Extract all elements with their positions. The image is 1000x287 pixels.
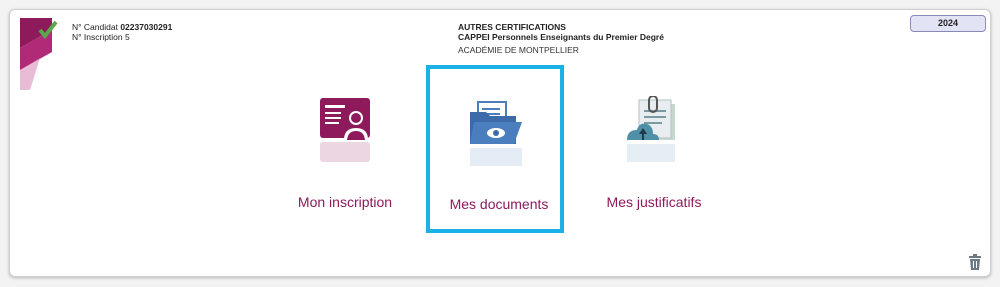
academy: ACADÉMIE DE MONTPELLIER (458, 45, 579, 55)
year-badge[interactable]: 2024 (910, 15, 986, 32)
candidate-info: N° Candidat 02237030291 N° Inscription 5 (72, 22, 172, 42)
documents-folder-icon (470, 101, 522, 166)
main-card: N° Candidat 02237030291 N° Inscription 5… (9, 9, 991, 277)
exam-subtitle: CAPPEI Personnels Enseignants du Premier… (458, 32, 664, 42)
inscription-number: N° Inscription 5 (72, 32, 130, 42)
trash-icon[interactable] (968, 254, 982, 270)
tile-mes-justificatifs[interactable]: Mes justificatifs (581, 90, 727, 210)
tile-label-mes-justificatifs: Mes justificatifs (606, 194, 702, 210)
candidate-number: 02237030291 (120, 22, 173, 32)
tile-mon-inscription[interactable]: Mon inscription (272, 90, 418, 210)
candidate-number-label: N° Candidat (72, 22, 118, 32)
exam-title: AUTRES CERTIFICATIONS (458, 22, 566, 32)
clipboard-upload-icon (627, 96, 675, 162)
logo-icon (20, 18, 58, 90)
tile-label-mes-documents: Mes documents (449, 196, 549, 212)
id-card-icon (320, 98, 370, 162)
tile-label-mon-inscription: Mon inscription (297, 194, 393, 210)
tile-mes-documents[interactable]: Mes documents (426, 65, 564, 233)
exam-header: AUTRES CERTIFICATIONS CAPPEI Personnels … (458, 22, 664, 55)
